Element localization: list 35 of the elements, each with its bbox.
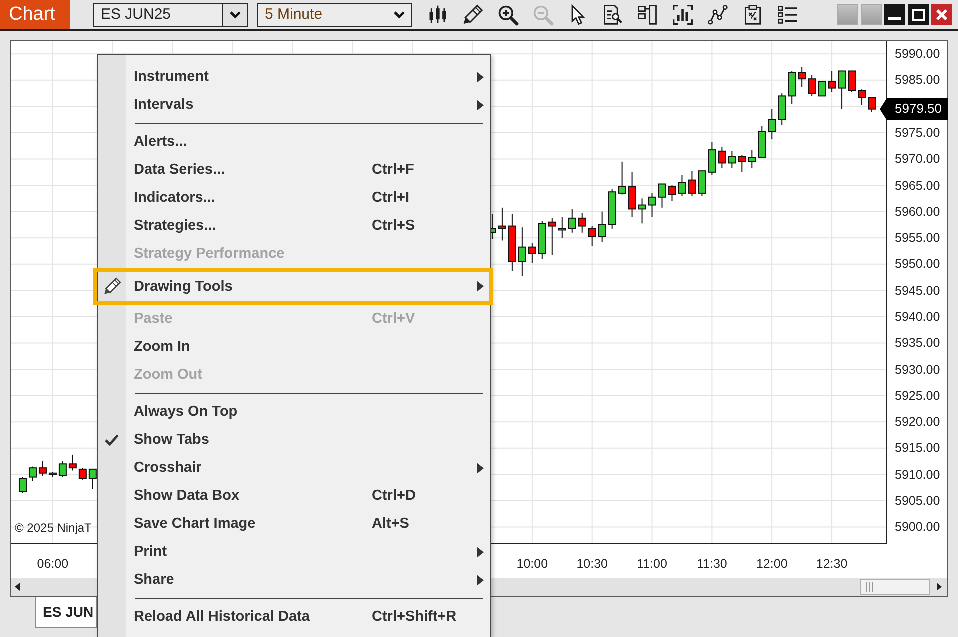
price-label: 5930.00: [895, 362, 940, 378]
price-label: 5985.00: [895, 72, 940, 88]
price-label: 5940.00: [895, 308, 940, 325]
price-label: 5920.00: [895, 414, 940, 430]
last-price-tag: 5979.50: [880, 98, 948, 120]
price-label: 5970.00: [895, 151, 940, 168]
shortcut-text: Ctrl+S: [372, 218, 416, 234]
time-label: 11:30: [697, 556, 728, 572]
price-label: 5925.00: [895, 388, 940, 404]
time-label: 12:30: [816, 556, 848, 572]
price-label: 5990.00: [895, 46, 940, 62]
shortcut-text: Ctrl+Shift+R: [372, 609, 457, 625]
price-label: 5960.00: [895, 204, 940, 220]
shortcut-text: Ctrl+I: [372, 190, 410, 206]
price-label: 5950.00: [895, 256, 940, 272]
time-label: 11:00: [637, 556, 668, 572]
window-title: Chart: [0, 0, 70, 29]
price-label: 5945.00: [895, 282, 940, 299]
shortcut-text: Alt+S: [372, 516, 410, 532]
price-label: 5975.00: [895, 124, 940, 141]
price-label: 5910.00: [895, 466, 940, 483]
time-label: 10:30: [576, 556, 608, 572]
copyright-text: © 2025 NinjaT: [15, 521, 92, 535]
shortcut-text: Ctrl+D: [372, 488, 416, 504]
time-label: 10:00: [516, 556, 548, 572]
price-label: 5965.00: [895, 178, 940, 194]
price-label: 5935.00: [895, 335, 940, 352]
shortcut-text: Ctrl+V: [372, 311, 416, 327]
price-label: 5915.00: [895, 440, 940, 456]
shortcut-text: Ctrl+F: [372, 162, 414, 178]
price-label: 5900.00: [895, 519, 940, 536]
price-label: 5905.00: [895, 492, 940, 509]
time-label: 06:00: [37, 556, 69, 572]
price-label: 5955.00: [895, 230, 940, 246]
time-label: 12:00: [756, 556, 788, 572]
